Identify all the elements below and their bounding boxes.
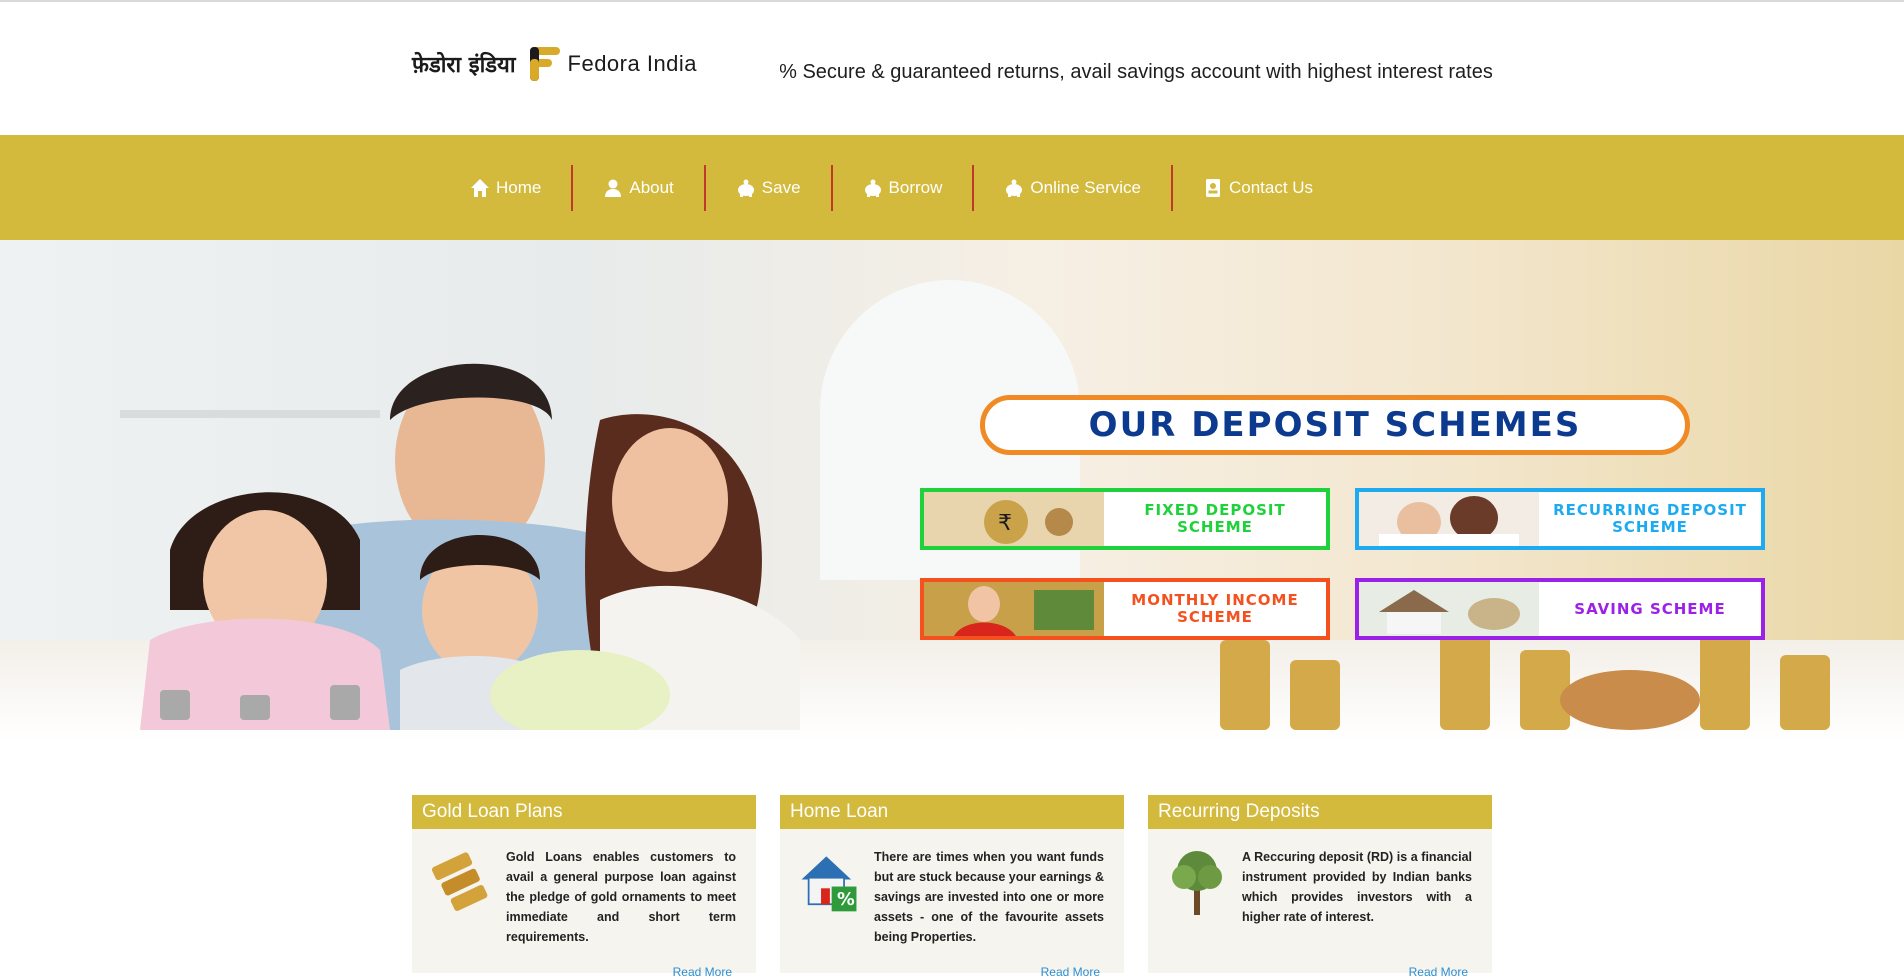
deposit-schemes-title: OUR DEPOSIT SCHEMES: [980, 395, 1690, 455]
piggy-bank-icon: [864, 179, 881, 197]
nav-about-label: About: [629, 178, 674, 197]
card-description: There are times when you want funds but …: [874, 850, 1104, 944]
gold-loan-card: Gold Loan Plans Gold Loans enables custo…: [412, 795, 756, 979]
monthly-income-label-line1: MONTHLY INCOME: [1131, 591, 1299, 609]
home-icon: [471, 179, 489, 197]
brand-logo-link[interactable]: फ़ेडोरा इंडिया Fedora India: [412, 44, 697, 84]
card-title: Home Loan: [780, 795, 1124, 829]
user-icon: [605, 179, 622, 197]
card-title: Recurring Deposits: [1148, 795, 1492, 829]
saving-scheme-button[interactable]: SAVING SCHEME: [1355, 578, 1765, 640]
fixed-deposit-scheme-button[interactable]: ₹ FIXED DEPOSIT SCHEME: [920, 488, 1330, 550]
recurring-deposits-card: Recurring Deposits A Reccuring deposit (…: [1148, 795, 1492, 979]
fedora-logo-icon: [529, 47, 560, 81]
nav-about[interactable]: About: [603, 165, 674, 211]
deposit-schemes-title-text: OUR DEPOSIT SCHEMES: [1088, 405, 1582, 445]
monthly-income-scheme-button[interactable]: MONTHLY INCOME SCHEME: [920, 578, 1330, 640]
piggy-bank-icon: [737, 179, 754, 197]
card-title: Gold Loan Plans: [412, 795, 756, 829]
saving-scheme-label: SAVING SCHEME: [1539, 582, 1761, 636]
announcement-marquee: 0% Secure & guaranteed returns, avail sa…: [780, 60, 1492, 90]
brand-name: Fedora India: [567, 51, 698, 76]
recurring-deposit-scheme-button[interactable]: RECURRING DEPOSIT SCHEME: [1355, 488, 1765, 550]
recurring-deposit-label: RECURRING DEPOSIT SCHEME: [1539, 492, 1761, 546]
nav-home-label: Home: [496, 178, 542, 197]
nav-save-label: Save: [761, 178, 801, 197]
monthly-income-label-line2: SCHEME: [1177, 608, 1253, 626]
home-loan-card: Home Loan % There are times when you wan…: [780, 795, 1124, 979]
read-more-link[interactable]: Read More: [673, 965, 732, 979]
nav-online-service[interactable]: Online Service: [1004, 165, 1141, 211]
main-navbar: Home About Save Borrow Online Service Co…: [0, 135, 1904, 240]
nav-separator: [703, 165, 706, 211]
nav-home[interactable]: Home: [470, 165, 541, 211]
nav-menu: Home About Save Borrow Online Service Co…: [470, 165, 1313, 211]
fixed-deposit-label-line1: FIXED DEPOSIT: [1144, 501, 1286, 519]
nav-online-service-label: Online Service: [1030, 178, 1141, 197]
recurring-deposit-label-line2: SCHEME: [1612, 518, 1688, 536]
house-percent-icon: %: [801, 856, 857, 912]
recurring-deposit-thumbnail: [1359, 492, 1539, 546]
recurring-deposit-label-line1: RECURRING DEPOSIT: [1553, 501, 1747, 519]
saving-scheme-thumbnail: [1359, 582, 1539, 636]
fixed-deposit-label: FIXED DEPOSIT SCHEME: [1104, 492, 1326, 546]
fixed-deposit-thumbnail: ₹: [924, 492, 1104, 546]
nav-contact-us-label: Contact Us: [1228, 178, 1314, 197]
brand-hindi-text: फ़ेडोरा इंडिया: [412, 53, 516, 78]
saving-scheme-label-line1: SAVING SCHEME: [1574, 599, 1726, 618]
nav-separator: [830, 165, 833, 211]
monthly-income-label: MONTHLY INCOME SCHEME: [1104, 582, 1326, 636]
nav-borrow-label: Borrow: [888, 178, 943, 197]
nav-separator: [972, 165, 975, 211]
monthly-income-thumbnail: [924, 582, 1104, 636]
money-tree-icon: [1172, 851, 1222, 915]
svg-text:₹: ₹: [998, 511, 1012, 536]
read-more-link[interactable]: Read More: [1041, 965, 1100, 979]
nav-contact-us[interactable]: Contact Us: [1203, 165, 1313, 211]
piggy-bank-icon: [1006, 179, 1023, 197]
fixed-deposit-label-line2: SCHEME: [1177, 518, 1253, 536]
card-description: A Reccuring deposit (RD) is a financial …: [1242, 850, 1472, 924]
nav-separator: [571, 165, 574, 211]
marquee-text: 0% Secure & guaranteed returns, avail sa…: [780, 61, 1492, 83]
gold-loan-icon: [431, 852, 488, 911]
card-description: Gold Loans enables customers to avail a …: [506, 850, 736, 944]
svg-text:%: %: [837, 890, 855, 910]
read-more-link[interactable]: Read More: [1409, 965, 1468, 979]
top-border: [0, 0, 1904, 2]
nav-borrow[interactable]: Borrow: [863, 165, 943, 211]
contact-card-icon: [1205, 179, 1220, 197]
nav-separator: [1170, 165, 1173, 211]
family-saving-photo: [140, 363, 800, 730]
nav-save[interactable]: Save: [736, 165, 801, 211]
hero-banner[interactable]: OUR DEPOSIT SCHEMES ₹ FIXED DEPOSIT SCHEM…: [0, 240, 1904, 740]
